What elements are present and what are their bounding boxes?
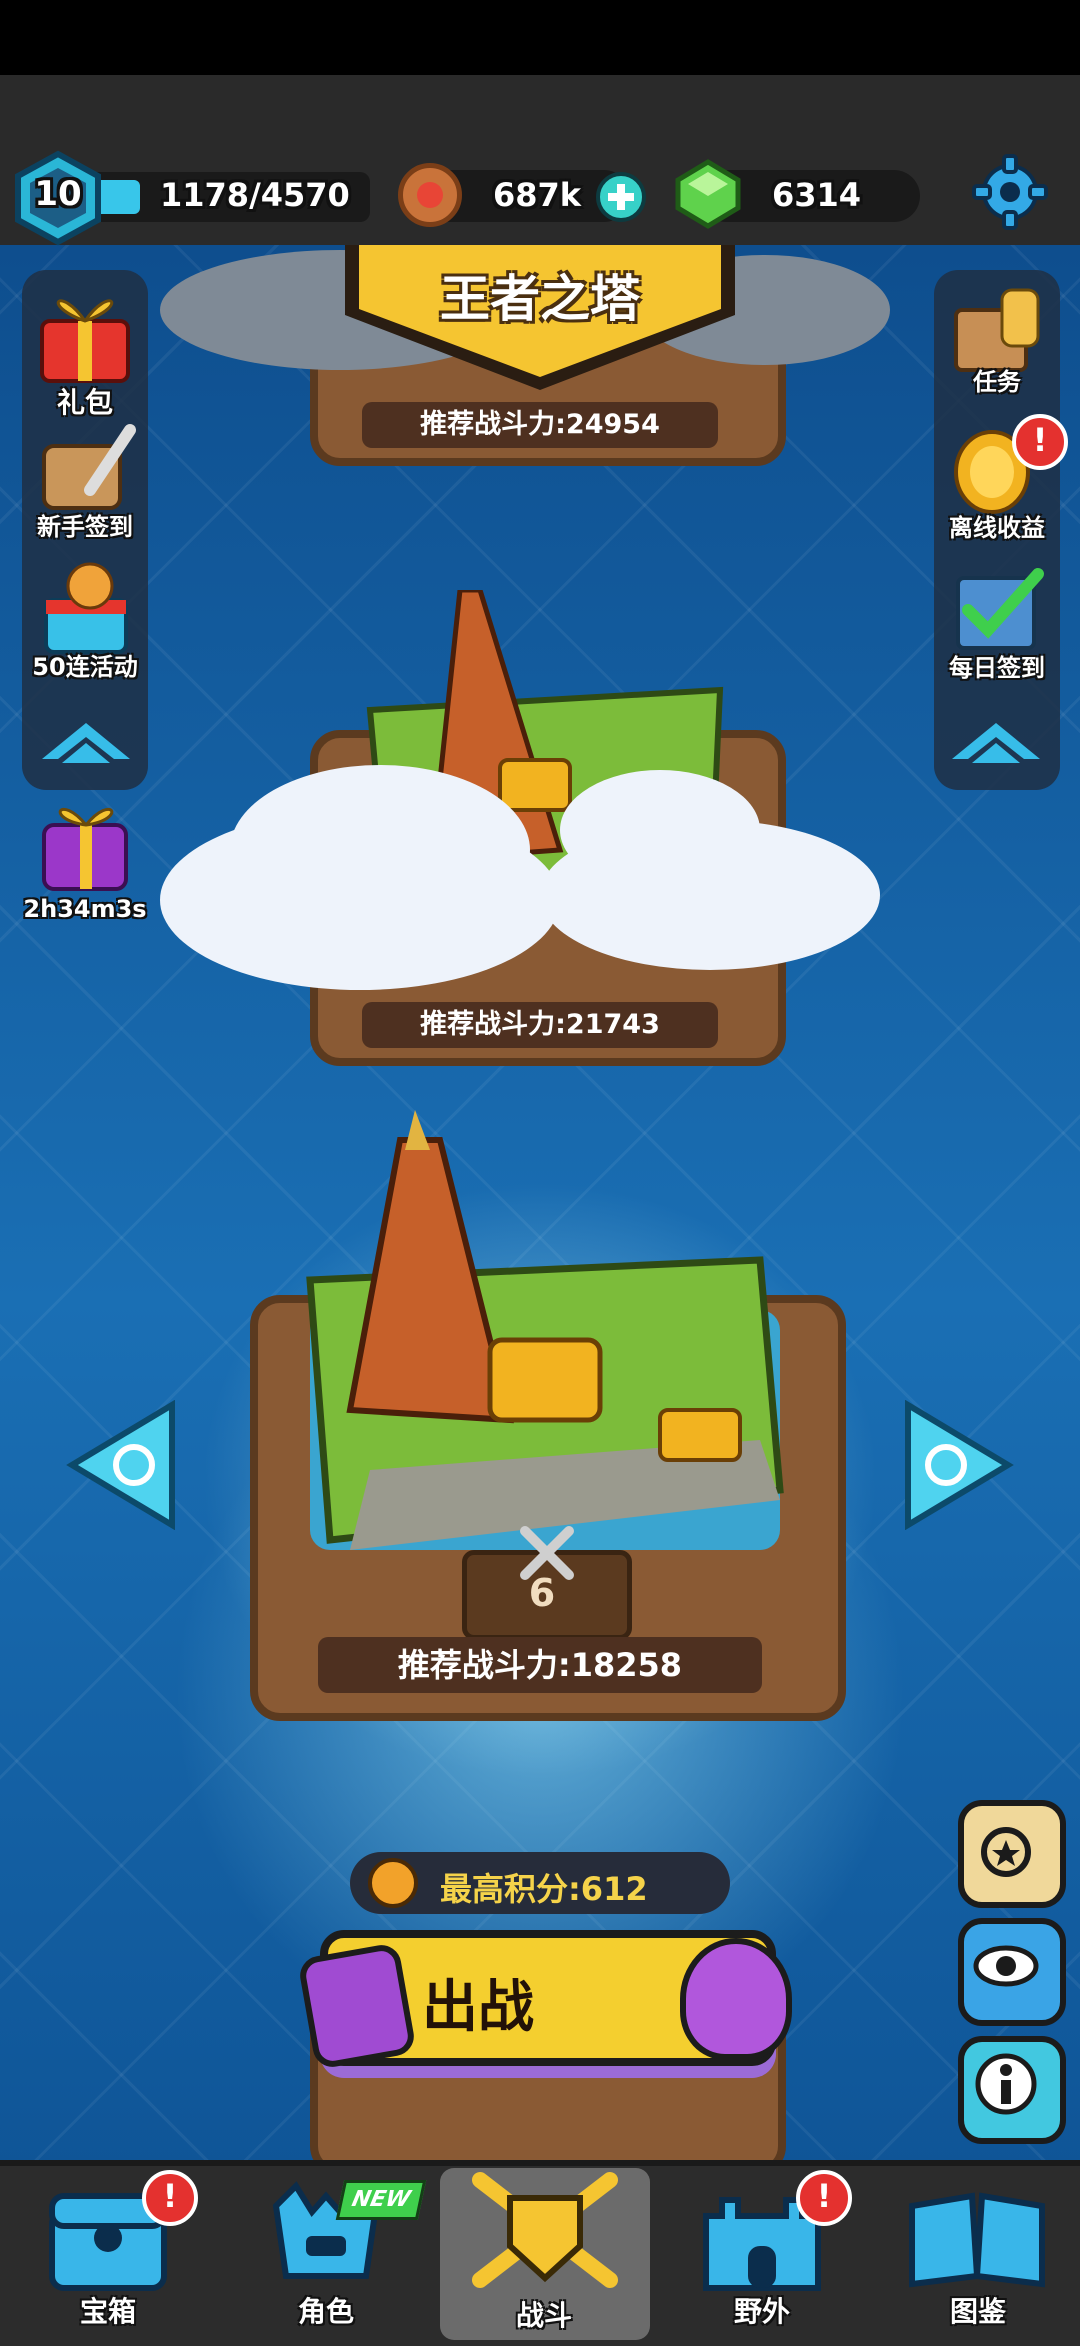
tower-power-7: 推荐战斗力:21743 [362,1002,718,1048]
tower-island-icon [306,1110,784,1550]
floor-badge-6: 6 [462,1526,632,1640]
nav-wild-alert-icon: ! [796,2170,852,2226]
tower-island-6 [290,1110,800,1590]
battle-cat-emblem-right [680,1938,792,2060]
view-button[interactable] [958,1918,1066,2026]
previous-floor-button[interactable] [62,1399,182,1534]
right-menu-collapse[interactable] [946,715,1046,779]
checkmark-book-icon [956,568,1044,650]
nav-label-chest: 宝箱 [79,2295,136,2328]
status-bar [0,0,1080,75]
chevron-up-icon [42,723,130,763]
gem-amount: 6314 [772,176,862,214]
left-menu-fifty-event[interactable]: 50连活动 [20,555,150,685]
medal-button[interactable] [958,1800,1066,1908]
battle-purple-emblem-left [297,1941,417,2071]
left-menu-collapse[interactable] [36,715,136,779]
title-banner: 王者之塔 [345,245,735,395]
eye-icon [973,1945,1039,1987]
info-button[interactable] [958,2036,1066,2144]
left-menu-fifty-label: 50连活动 [32,653,138,681]
level-badge[interactable]: 10 [10,150,106,246]
timer-gift[interactable]: 2h34m3s [20,795,150,935]
tower-title: 王者之塔 [440,270,640,328]
left-menu-newbie-label: 新手签到 [37,513,133,541]
coin-amount: 687k [493,176,582,214]
tower-power-top: 推荐战斗力:24954 [362,402,718,448]
nav-chest-alert-icon: ! [142,2170,198,2226]
purple-gift-icon [42,807,128,891]
fifty-event-chest-icon [44,562,128,654]
open-book-icon [909,2192,1045,2288]
left-menu-newbie-signin[interactable]: 新手签到 [20,415,150,545]
right-menu-offline-label: 离线收益 [949,514,1045,542]
best-score-bar: 最高积分:612 [350,1852,730,1914]
add-coins-button[interactable] [596,172,646,222]
cloud-middle-2 [230,765,530,935]
settings-button[interactable] [970,152,1050,232]
info-icon [975,2053,1037,2115]
medal-star-icon [981,1827,1031,1877]
battle-shield-icon [472,2172,618,2288]
gear-icon [972,154,1048,230]
left-menu-gift[interactable]: 礼包 [20,285,150,419]
nav-character-new-badge: NEW [335,2180,427,2220]
gem-icon [672,158,744,234]
offline-earnings-alert-icon: ! [1012,414,1068,470]
plus-icon [608,184,634,210]
right-menu-daily-signin[interactable]: 每日签到 [932,560,1062,690]
next-floor-button[interactable] [898,1399,1018,1534]
nav-label-battle: 战斗 [515,2299,572,2332]
right-menu-daily-label: 每日签到 [949,654,1045,682]
score-medal-icon [368,1858,418,1908]
floor-number-6: 6 [528,1571,556,1615]
cloud-middle-4 [560,770,760,890]
nav-item-codex[interactable]: 图鉴 [878,2170,1078,2340]
nav-label-character: 角色 [297,2295,354,2328]
chevron-up-icon [952,723,1040,763]
right-menu-quest[interactable]: 任务 [932,280,1062,410]
nav-label-wild: 野外 [733,2295,790,2328]
scroll-quill-icon [42,424,136,510]
timer-gift-countdown: 2h34m3s [23,895,147,923]
tower-power-6: 推荐战斗力:18258 [318,1637,762,1693]
arrow-left-icon [66,1399,175,1531]
right-menu-quest-label: 任务 [973,368,1021,396]
gift-box-icon [40,299,130,383]
nav-label-codex: 图鉴 [949,2295,1006,2328]
level-number: 10 [34,174,82,214]
nav-item-battle[interactable]: 战斗 [444,2170,644,2340]
coin-icon [398,163,462,227]
best-score-text: 最高积分:612 [440,1870,648,1908]
exp-text: 1178/4570 [160,176,350,214]
arrow-right-icon [905,1399,1014,1531]
